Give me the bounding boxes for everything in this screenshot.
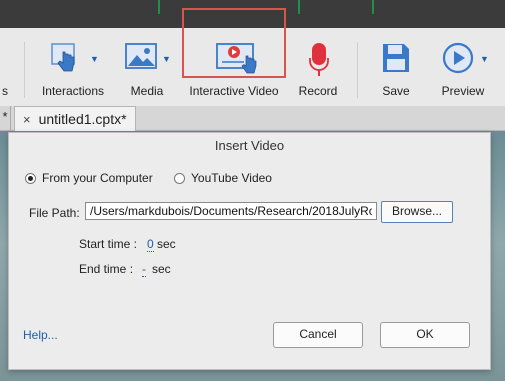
tab-label: * (2, 109, 8, 124)
document-tab-strip: * × untitled1.cptx* (0, 106, 505, 131)
tab-partial[interactable]: * (0, 106, 11, 130)
youtube-option[interactable]: YouTube Video (174, 171, 272, 185)
browse-button[interactable]: Browse... (381, 201, 453, 223)
toolbar-item-label: Interactive Video (189, 84, 279, 98)
close-icon[interactable]: × (23, 112, 31, 127)
start-time-unit: sec (157, 237, 176, 251)
help-link[interactable]: Help... (23, 328, 58, 342)
save-button[interactable]: Save (370, 28, 422, 106)
play-circle-icon (442, 42, 474, 77)
preview-button[interactable]: ▼ Preview (432, 28, 494, 106)
toolbar-item-label: s (2, 84, 8, 98)
tab-untitled1[interactable]: × untitled1.cptx* (14, 106, 136, 131)
chevron-down-icon[interactable]: ▼ (90, 54, 99, 64)
toolbar-item-partial[interactable]: s (0, 28, 8, 106)
cancel-button[interactable]: Cancel (273, 322, 363, 348)
radio-unselected-icon[interactable] (174, 172, 185, 184)
from-computer-option[interactable]: From your Computer (25, 171, 153, 185)
chevron-down-icon[interactable]: ▼ (480, 54, 489, 64)
hand-pointer-icon (50, 42, 80, 79)
toolbar-item-label: Preview (441, 84, 485, 98)
microphone-icon (308, 42, 330, 81)
end-time-label: End time : (79, 262, 134, 276)
file-path-label: File Path: (29, 206, 80, 220)
end-time-value[interactable]: - (142, 262, 146, 277)
start-time-value[interactable]: 0 (147, 237, 154, 252)
toolbar-item-label: Interactions (41, 84, 105, 98)
insert-video-dialog: Insert Video From your Computer YouTube … (8, 132, 491, 370)
indicator (372, 0, 374, 14)
chevron-down-icon[interactable]: ▼ (162, 54, 171, 64)
dialog-title: Insert Video (214, 138, 285, 153)
toolbar-divider (24, 42, 25, 98)
toolbar-divider (357, 42, 358, 98)
toolbar: s ▼ Interactions ▼ Media Interactive Vid… (0, 8, 505, 107)
media-button[interactable]: ▼ Media (118, 28, 176, 106)
toolbar-item-label: Record (298, 84, 338, 98)
toolbar-item-label: Media (130, 84, 164, 98)
option-label: YouTube Video (191, 171, 272, 185)
floppy-disk-icon (381, 42, 411, 77)
record-button[interactable]: Record (292, 28, 344, 106)
interactions-button[interactable]: ▼ Interactions (38, 28, 108, 106)
indicator (298, 0, 300, 14)
toolbar-item-label: Save (382, 84, 410, 98)
tab-label: untitled1.cptx* (38, 111, 127, 127)
option-label: From your Computer (42, 171, 153, 185)
start-time-label: Start time : (79, 237, 138, 251)
image-icon (125, 42, 159, 75)
ok-button[interactable]: OK (380, 322, 470, 348)
end-time-unit: sec (152, 262, 171, 276)
file-path-input[interactable] (85, 202, 377, 220)
highlight-box (182, 8, 286, 78)
radio-selected-icon[interactable] (25, 172, 36, 184)
indicator (158, 0, 160, 14)
